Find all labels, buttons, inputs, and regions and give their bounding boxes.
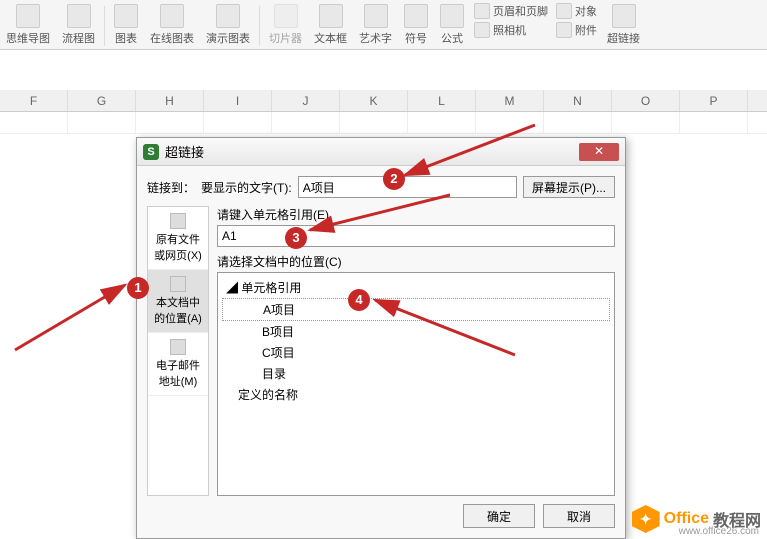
chart-button[interactable]: 图表	[108, 2, 144, 48]
col-header[interactable]: L	[408, 90, 476, 111]
col-header[interactable]: O	[612, 90, 680, 111]
arrow-icon	[395, 120, 545, 190]
app-icon: S	[143, 144, 159, 160]
watermark-icon: ✦	[632, 505, 660, 533]
symbol-button[interactable]: 符号	[398, 2, 434, 48]
annotation-2: 2	[383, 168, 405, 190]
position-label: 请选择文档中的位置(C)	[217, 253, 615, 270]
col-header[interactable]: F	[0, 90, 68, 111]
tab-in-document[interactable]: 本文档中的位置(A)	[148, 270, 208, 333]
dialog-titlebar[interactable]: S 超链接 ✕	[137, 138, 625, 166]
header-footer-button[interactable]: 页眉和页脚	[470, 2, 552, 20]
ok-button[interactable]: 确定	[463, 504, 535, 528]
flowchart-button[interactable]: 流程图	[56, 2, 101, 48]
watermark-url: www.office26.com	[679, 526, 759, 537]
close-button[interactable]: ✕	[579, 143, 619, 161]
textbox-button[interactable]: 文本框	[308, 2, 353, 48]
col-header[interactable]: M	[476, 90, 544, 111]
col-header[interactable]: G	[68, 90, 136, 111]
slicer-button[interactable]: 切片器	[263, 2, 308, 48]
col-header[interactable]: I	[204, 90, 272, 111]
col-header[interactable]: H	[136, 90, 204, 111]
formula-button[interactable]: 公式	[434, 2, 470, 48]
document-icon	[170, 276, 186, 292]
hyperlink-button[interactable]: 超链接	[601, 2, 646, 48]
annotation-4: 4	[348, 289, 370, 311]
tree-item[interactable]: 目录	[222, 363, 610, 384]
tree-group-names[interactable]: 定义的名称	[222, 384, 610, 405]
arrow-icon	[365, 295, 525, 365]
email-icon	[170, 339, 186, 355]
link-to-label: 链接到：	[147, 179, 195, 196]
dialog-title: 超链接	[165, 142, 204, 161]
tab-existing-file[interactable]: 原有文件或网页(X)	[148, 207, 208, 270]
arrow-icon	[10, 280, 140, 360]
annotation-3: 3	[285, 227, 307, 249]
ribbon-toolbar: 思维导图 流程图 图表 在线图表 演示图表 切片器 文本框 艺术字 符号 公式 …	[0, 0, 767, 50]
tab-email[interactable]: 电子邮件地址(M)	[148, 333, 208, 396]
online-chart-button[interactable]: 在线图表	[144, 2, 200, 48]
col-header[interactable]: N	[544, 90, 612, 111]
col-header[interactable]: K	[340, 90, 408, 111]
annotation-1: 1	[127, 277, 149, 299]
attachment-button[interactable]: 附件	[552, 21, 601, 39]
presentation-chart-button[interactable]: 演示图表	[200, 2, 256, 48]
mindmap-button[interactable]: 思维导图	[0, 2, 56, 48]
arrow-icon	[300, 190, 460, 240]
display-text-label: 要显示的文字(T):	[201, 179, 292, 196]
wordart-button[interactable]: 艺术字	[353, 2, 398, 48]
object-button[interactable]: 对象	[552, 2, 601, 20]
file-icon	[170, 213, 186, 229]
camera-button[interactable]: 照相机	[470, 21, 552, 39]
link-type-tabs: 原有文件或网页(X) 本文档中的位置(A) 电子邮件地址(M)	[147, 206, 209, 496]
col-header[interactable]: J	[272, 90, 340, 111]
column-headers: F G H I J K L M N O P	[0, 90, 767, 112]
cancel-button[interactable]: 取消	[543, 504, 615, 528]
col-header[interactable]: P	[680, 90, 748, 111]
